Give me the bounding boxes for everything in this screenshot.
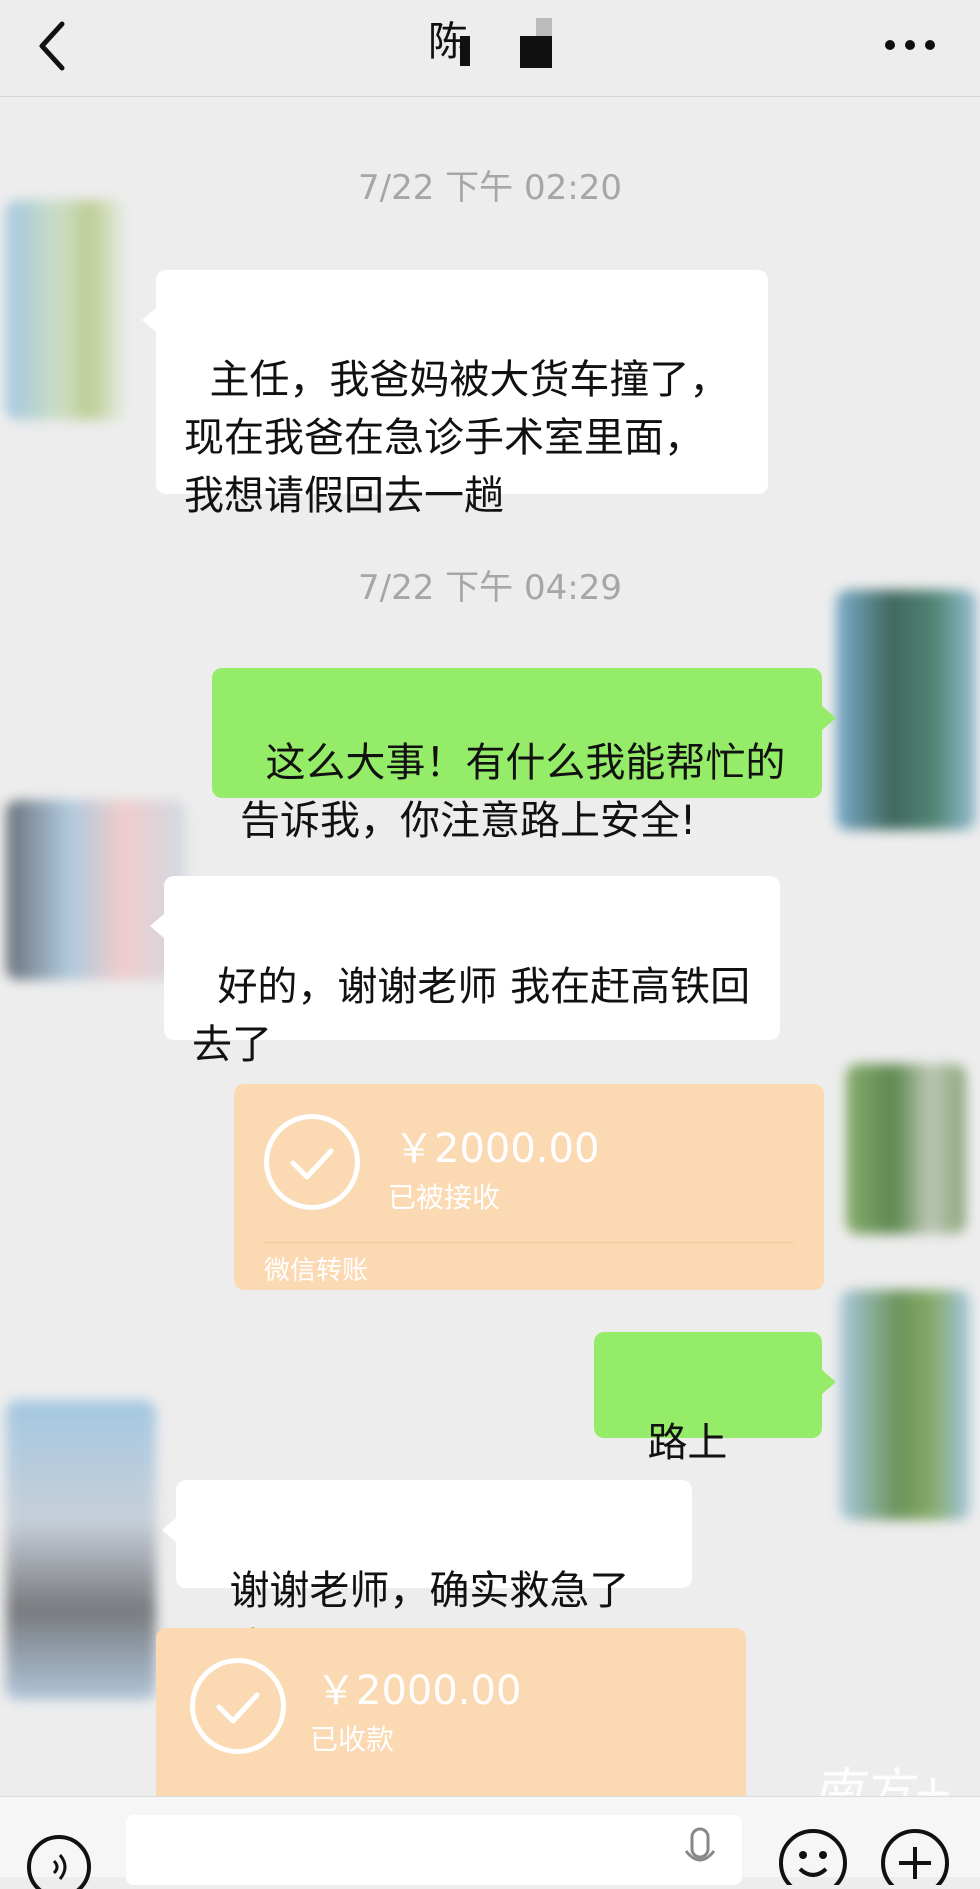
- check-circle-icon: [264, 1114, 360, 1210]
- chevron-left-icon[interactable]: [30, 16, 80, 76]
- message-bubble-incoming: 谢谢老师，确实救急了: [162, 1480, 692, 1665]
- message-input[interactable]: [126, 1815, 742, 1885]
- transfer-card-sent[interactable]: ￥2000.00 已被接收 微信转账: [234, 1084, 824, 1290]
- message-text: 这么大事！有什么我能帮忙的 告诉我，你注意路上安全!: [240, 740, 786, 844]
- avatar[interactable]: [6, 200, 126, 420]
- plus-icon[interactable]: [878, 1825, 952, 1885]
- divider: [264, 1242, 794, 1243]
- message-timestamp: 7/22 下午 02:20: [358, 168, 622, 208]
- message-bubble-outgoing: 路上用。: [594, 1332, 836, 1524]
- avatar[interactable]: [6, 800, 186, 980]
- emoji-icon[interactable]: [776, 1825, 850, 1885]
- avatar[interactable]: [6, 1400, 156, 1700]
- transfer-amount: ￥2000.00: [394, 1126, 600, 1172]
- message-text: 主任，我爸妈被大货车撞了， 现在我爸在急诊手术室里面， 我想请假回去一趟: [184, 357, 730, 519]
- message-text: 好的，谢谢老师 我在赶高铁回 去了: [192, 964, 751, 1068]
- avatar[interactable]: [836, 590, 976, 830]
- redaction-block: [520, 18, 552, 68]
- more-horizontal-icon[interactable]: [880, 30, 940, 60]
- chat-header: 陈: [0, 0, 980, 97]
- avatar[interactable]: [846, 1064, 966, 1234]
- avatar[interactable]: [840, 1290, 970, 1520]
- check-circle-icon: [190, 1658, 286, 1754]
- message-bubble-outgoing: 这么大事！有什么我能帮忙的 告诉我，你注意路上安全!: [212, 668, 836, 844]
- transfer-label: 微信转账: [264, 1256, 369, 1286]
- message-bubble-incoming: 好的，谢谢老师 我在赶高铁回 去了: [150, 876, 780, 1068]
- message-timestamp: 7/22 下午 04:29: [358, 568, 622, 608]
- transfer-amount: ￥2000.00: [316, 1668, 522, 1714]
- redaction-block: [460, 36, 470, 66]
- transfer-status: 已收款: [310, 1723, 395, 1756]
- transfer-card-received[interactable]: ￥2000.00 已收款: [156, 1628, 746, 1796]
- transfer-status: 已被接收: [388, 1181, 501, 1214]
- message-text: 谢谢老师，确实救急了: [229, 1568, 630, 1614]
- input-toolbar: [0, 1796, 980, 1889]
- voice-icon[interactable]: [24, 1829, 94, 1889]
- microphone-icon[interactable]: [680, 1825, 720, 1877]
- message-bubble-incoming: 主任，我爸妈被大货车撞了， 现在我爸在急诊手术室里面， 我想请假回去一趟: [142, 270, 768, 519]
